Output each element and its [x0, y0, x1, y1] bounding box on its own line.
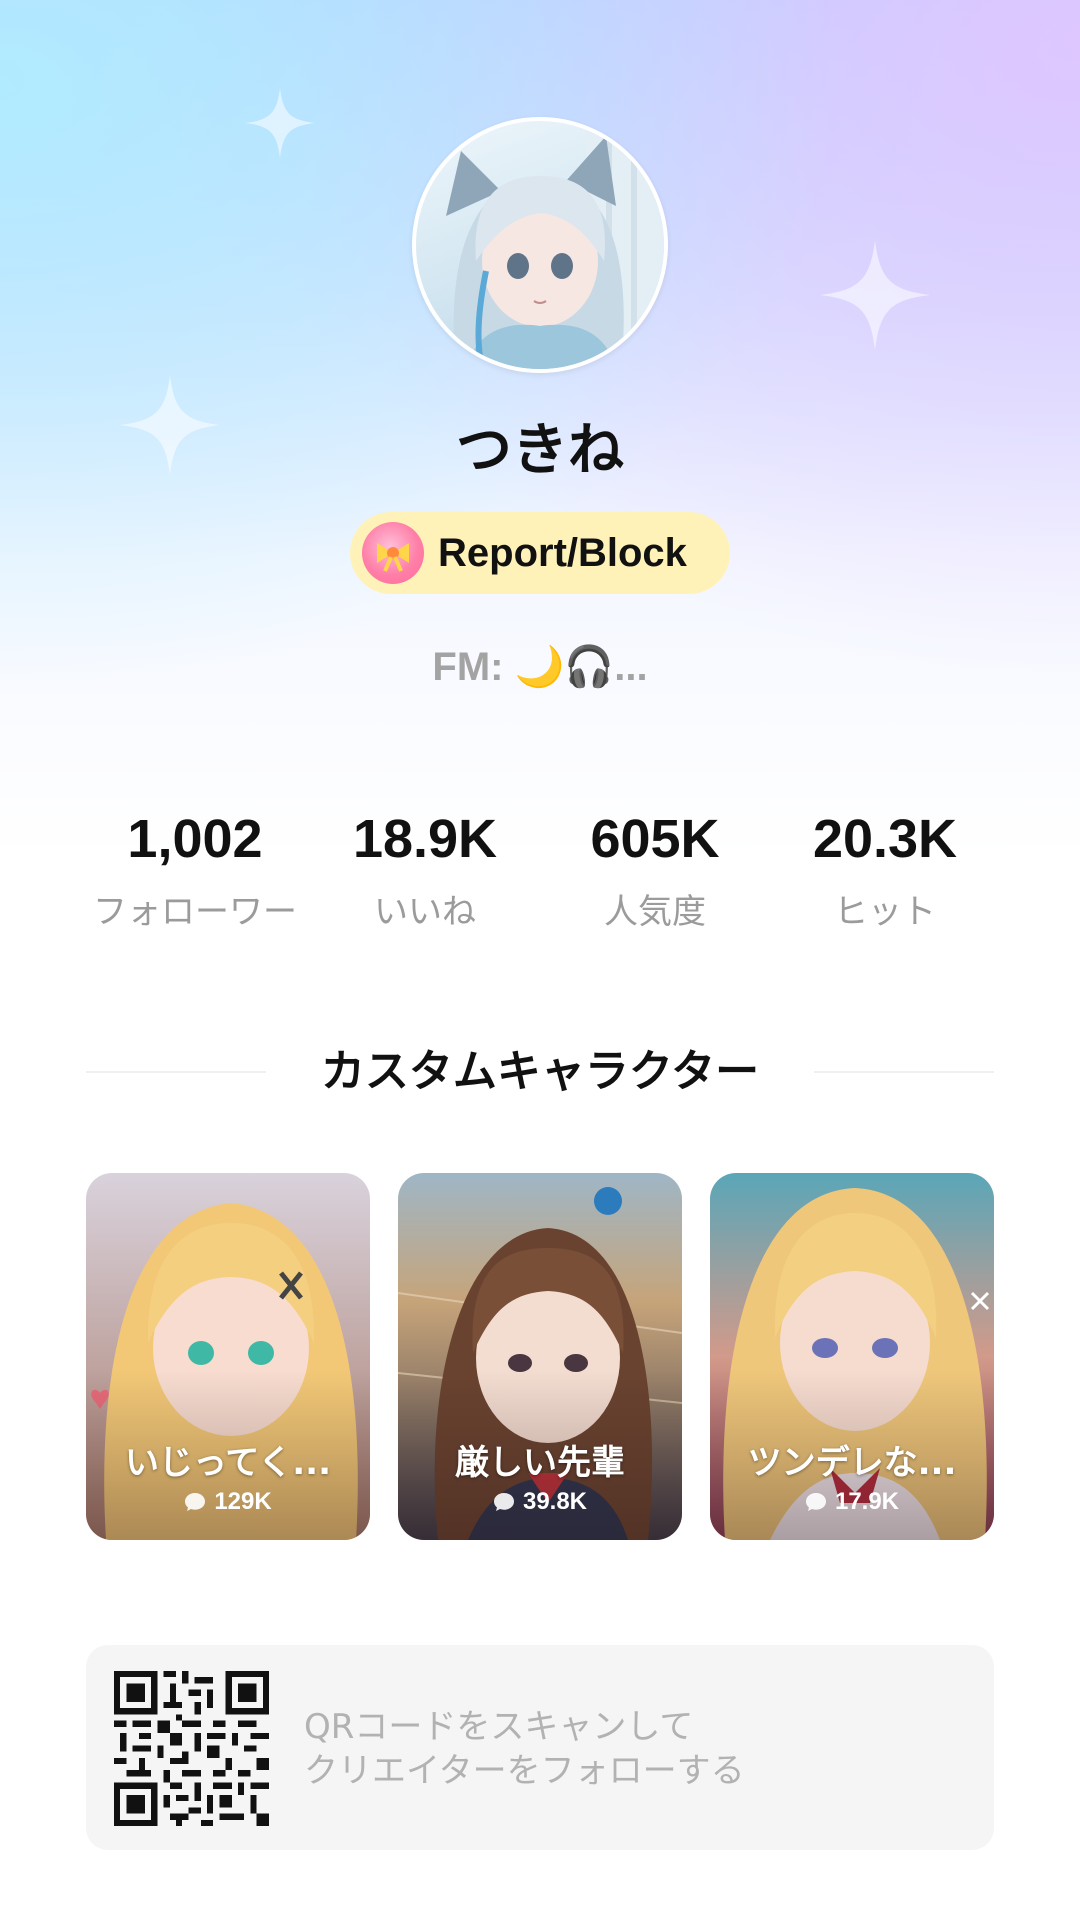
- chat-count: 17.9K: [710, 1488, 994, 1516]
- stat-value: 18.9K: [352, 809, 498, 869]
- character-card[interactable]: ツンデレな... 17.9K: [710, 1173, 994, 1540]
- sparkle-icon: [820, 240, 930, 350]
- chat-count-value: 129K: [214, 1488, 272, 1515]
- qr-code-icon: [114, 1671, 269, 1826]
- report-block-button[interactable]: Report/Block: [350, 512, 730, 594]
- chat-count-value: 17.9K: [834, 1488, 900, 1515]
- profile-name: つきね: [456, 418, 624, 483]
- chat-bubble-icon: [805, 1493, 826, 1511]
- stat-label: ヒット: [834, 892, 936, 932]
- character-name: 厳しい先輩: [455, 1443, 625, 1483]
- chat-count-value: 39.8K: [522, 1488, 588, 1515]
- stat-value: 1,002: [127, 809, 263, 869]
- qr-follow-panel[interactable]: QRコードをスキャンして クリエイターをフォローする: [86, 1645, 994, 1850]
- report-block-label: Report/Block: [438, 530, 687, 575]
- stat-value: 605K: [590, 809, 720, 869]
- stats-row: 1,002 フォローワー 18.9K いいね 605K 人気度 20.3K ヒッ…: [80, 800, 1000, 950]
- chat-bubble-icon: [493, 1493, 514, 1511]
- stat-followers[interactable]: 1,002 フォローワー: [80, 800, 310, 933]
- stat-label: 人気度: [604, 892, 706, 932]
- qr-caption-line-2: クリエイターをフォローする: [304, 1751, 745, 1791]
- ribbon-icon: [362, 522, 424, 584]
- character-name: ツンデレな...: [747, 1443, 957, 1483]
- chat-count: 129K: [86, 1488, 370, 1516]
- stat-label: フォローワー: [93, 892, 297, 932]
- character-name: いじってく...: [124, 1443, 332, 1483]
- character-card[interactable]: いじってく... 129K: [86, 1173, 370, 1540]
- stat-label: いいね: [374, 892, 476, 932]
- qr-caption-line-1: QRコードをスキャンして: [304, 1707, 694, 1747]
- chat-bubble-icon: [185, 1493, 206, 1511]
- stat-value: 20.3K: [812, 809, 958, 869]
- section-header: カスタムキャラクター: [86, 1040, 994, 1104]
- qr-caption: QRコードをスキャンして クリエイターをフォローする: [304, 1705, 745, 1793]
- chat-count: 39.8K: [398, 1488, 682, 1516]
- stat-popularity: 605K 人気度: [540, 800, 770, 933]
- status-text: FM: 🌙🎧...: [432, 645, 648, 689]
- section-title: カスタムキャラクター: [320, 1046, 760, 1097]
- stat-likes: 18.9K いいね: [310, 800, 540, 933]
- avatar[interactable]: [412, 117, 668, 373]
- stat-hits: 20.3K ヒット: [770, 800, 1000, 933]
- character-card[interactable]: 厳しい先輩 39.8K: [398, 1173, 682, 1540]
- sparkle-icon: [245, 88, 315, 158]
